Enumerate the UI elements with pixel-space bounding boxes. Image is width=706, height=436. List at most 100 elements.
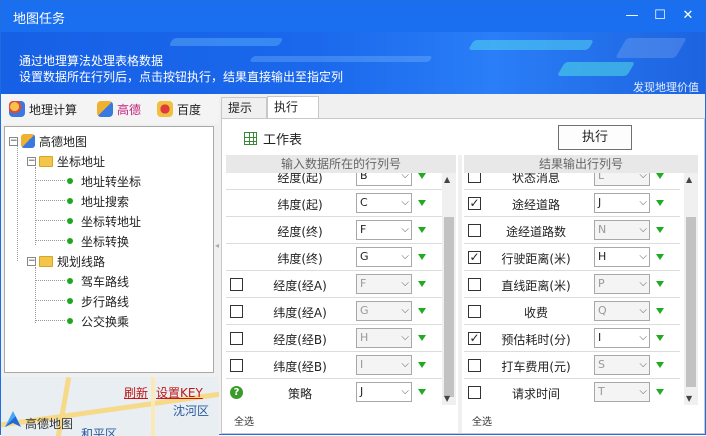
column-select[interactable]: T ⌵ xyxy=(594,382,650,402)
tree-item[interactable]: 驾车路线 xyxy=(67,272,129,290)
row-label: 纬度(经A) xyxy=(273,306,327,320)
column-select[interactable]: I ⌵ xyxy=(594,328,650,348)
source-baidu[interactable]: 百度 xyxy=(157,100,201,118)
column-select-value: P xyxy=(598,277,605,290)
collapse-icon[interactable]: − xyxy=(27,156,36,166)
tree-item[interactable]: 步行路线 xyxy=(67,292,129,310)
column-select[interactable]: P ⌵ xyxy=(594,274,650,294)
column-select[interactable]: G ⌵ xyxy=(356,247,412,267)
column-select[interactable]: C ⌵ xyxy=(356,193,412,213)
input-grid: 经度(起) B ⌵ 纬度(起) C ⌵ 经度(终) F ⌵ 纬度(终) G ⌵ 经度(经A) F ⌵ 纬度(经… xyxy=(226,173,446,405)
output-grid: 状态消息 L ⌵ ✓ 途经道路 J ⌵ 途经道路数 N ⌵ ✓ 行驶距离(米) H ⌵ 直线距离(米) P ⌵ 收… xyxy=(464,173,684,405)
input-scrollbar[interactable]: ▲ ▼ xyxy=(442,173,456,405)
row-label: 纬度(经B) xyxy=(273,360,327,374)
row-checkbox[interactable] xyxy=(468,359,481,372)
tree-label: 步行路线 xyxy=(81,294,130,309)
close-button[interactable]: ✕ xyxy=(677,5,699,27)
minimize-button[interactable]: — xyxy=(621,5,643,27)
column-select-value: I xyxy=(360,358,364,371)
row-checkbox[interactable] xyxy=(468,305,481,318)
map-preview[interactable]: 刷新 设置KEY 沈河区 高德地图 和平区 xyxy=(1,377,219,436)
amap-icon xyxy=(21,134,35,148)
output-arrow-icon xyxy=(418,335,426,341)
map-brand: 高德地图 xyxy=(25,417,74,431)
column-select[interactable]: J ⌵ xyxy=(356,382,412,402)
tree-item[interactable]: 公交换乘 xyxy=(67,312,129,330)
scroll-thumb[interactable] xyxy=(686,217,696,387)
tree-group-route[interactable]: − 规划线路 xyxy=(27,252,105,270)
tree-item[interactable]: 坐标转地址 xyxy=(67,212,141,230)
source-bar: 地理计算 高德 百度 xyxy=(1,94,219,124)
output-arrow-icon xyxy=(656,200,664,206)
column-select[interactable]: F ⌵ xyxy=(356,220,412,240)
row-checkbox[interactable] xyxy=(468,278,481,291)
column-select[interactable]: S ⌵ xyxy=(594,355,650,375)
column-select[interactable]: H ⌵ xyxy=(356,328,412,348)
row-checkbox[interactable]: ✓ xyxy=(468,197,481,210)
banner-line-2: 设置数据所在行列后，点击按钮执行，结果直接输出至指定列 xyxy=(19,70,344,84)
maximize-button[interactable]: ☐ xyxy=(649,5,671,27)
collapse-icon[interactable]: − xyxy=(27,256,36,266)
row-checkbox[interactable] xyxy=(230,278,243,291)
column-select[interactable]: B ⌵ xyxy=(356,173,412,186)
chevron-down-icon: ⌵ xyxy=(639,332,647,343)
column-select[interactable]: I ⌵ xyxy=(356,355,412,375)
source-amap[interactable]: 高德 xyxy=(97,100,141,118)
row-checkbox[interactable]: ✓ xyxy=(468,332,481,345)
chevron-down-icon: ⌵ xyxy=(401,251,409,262)
tab-hint[interactable]: 提示 xyxy=(221,97,267,118)
tab-execute[interactable]: 执行 xyxy=(267,96,319,119)
chevron-down-icon: ⌵ xyxy=(401,305,409,316)
source-geo-compute[interactable]: 地理计算 xyxy=(9,100,77,118)
row-checkbox[interactable] xyxy=(230,332,243,345)
column-select[interactable]: L ⌵ xyxy=(594,173,650,186)
row-checkbox[interactable] xyxy=(468,386,481,399)
column-select[interactable]: F ⌵ xyxy=(356,274,412,294)
run-button[interactable]: 执行 xyxy=(558,125,632,150)
grid-row: 状态消息 L ⌵ xyxy=(464,173,680,190)
chevron-down-icon: ⌵ xyxy=(401,173,409,181)
grid-row: 收费 Q ⌵ xyxy=(464,298,680,325)
tree-label: 规划线路 xyxy=(57,254,106,269)
execute-panel: 工作表 执行 输入数据所在的行列号 结果输出行列号 经度(起) B ⌵ 纬度(起) C ⌵… xyxy=(221,118,705,434)
grid-row: ✓ 行驶距离(米) H ⌵ xyxy=(464,244,680,271)
column-select[interactable]: J ⌵ xyxy=(594,193,650,213)
row-checkbox[interactable] xyxy=(468,173,481,183)
column-select-value: C xyxy=(360,196,368,209)
tree-node-root[interactable]: − 高德地图 xyxy=(9,132,87,150)
grid-row: 经度(经A) F ⌵ xyxy=(226,271,442,298)
help-icon[interactable]: ? xyxy=(230,386,243,399)
worksheet-selector[interactable]: 工作表 xyxy=(244,129,302,148)
output-arrow-icon xyxy=(418,173,426,179)
tree-item[interactable]: 地址转坐标 xyxy=(67,172,141,190)
output-arrow-icon xyxy=(656,281,664,287)
select-all-input[interactable]: 全选 xyxy=(234,413,254,428)
column-select-value: J xyxy=(598,196,602,209)
tree-group-address[interactable]: − 坐标地址 xyxy=(27,152,105,170)
row-label: 状态消息 xyxy=(511,173,560,185)
collapse-icon[interactable]: − xyxy=(9,136,18,146)
column-select[interactable]: Q ⌵ xyxy=(594,301,650,321)
column-select[interactable]: N ⌵ xyxy=(594,220,650,240)
row-checkbox[interactable]: ✓ xyxy=(468,251,481,264)
column-select-value: G xyxy=(360,304,369,317)
panel-divider[interactable] xyxy=(458,155,462,433)
row-checkbox[interactable] xyxy=(230,359,243,372)
splitter-handle[interactable]: ◂ xyxy=(215,241,219,261)
set-key-link[interactable]: 设置KEY xyxy=(156,384,203,401)
row-checkbox[interactable] xyxy=(230,305,243,318)
column-select[interactable]: G ⌵ xyxy=(356,301,412,321)
chevron-down-icon: ⌵ xyxy=(639,305,647,316)
tree-label: 坐标转地址 xyxy=(81,214,142,229)
grid-row: ✓ 预估耗时(分) I ⌵ xyxy=(464,325,680,352)
output-scrollbar[interactable]: ▲ ▼ xyxy=(684,173,698,405)
grid-row: 经度(起) B ⌵ xyxy=(226,173,442,190)
select-all-output[interactable]: 全选 xyxy=(472,413,492,428)
scroll-thumb[interactable] xyxy=(444,217,454,397)
tree-label: 驾车路线 xyxy=(81,274,130,289)
column-select[interactable]: H ⌵ xyxy=(594,247,650,267)
tree-item[interactable]: 地址搜索 xyxy=(67,192,129,210)
row-checkbox[interactable] xyxy=(468,224,481,237)
tree-item[interactable]: 坐标转换 xyxy=(67,232,129,250)
refresh-link[interactable]: 刷新 xyxy=(124,384,148,401)
